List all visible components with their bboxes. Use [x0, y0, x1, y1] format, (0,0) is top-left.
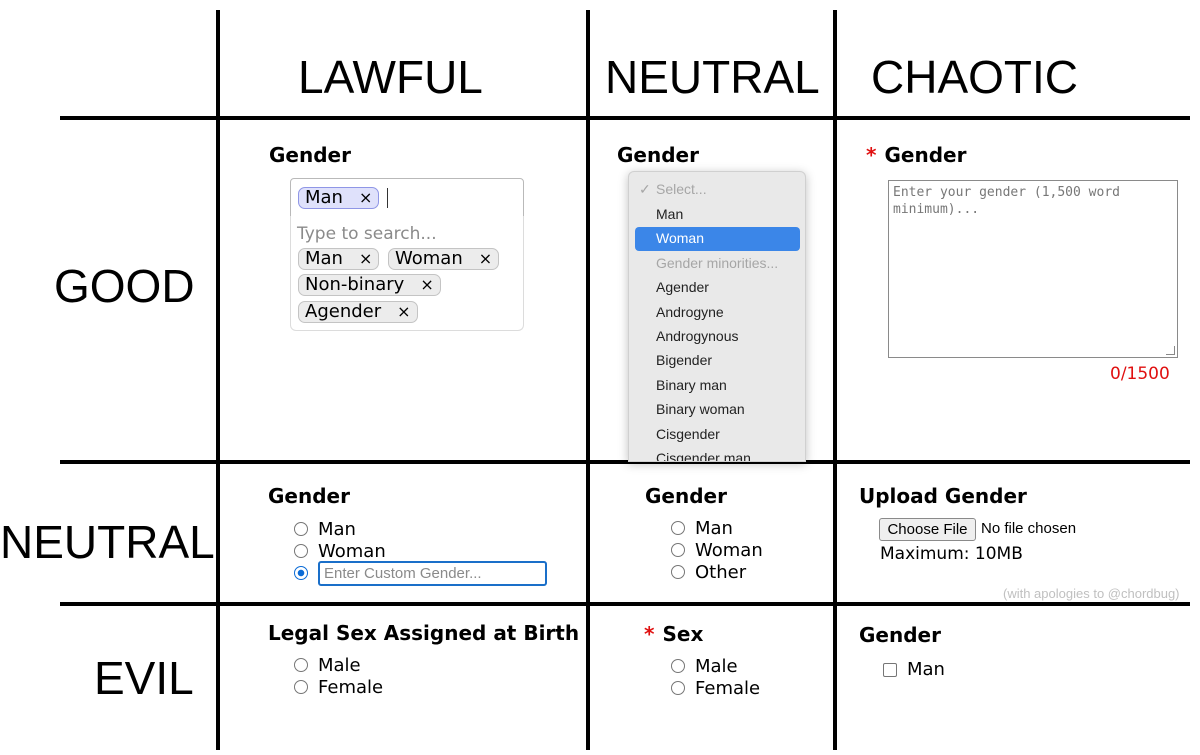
word-counter: 0/1500	[1110, 364, 1170, 384]
neutral-evil-label: * Sex	[644, 622, 703, 646]
remove-icon[interactable]: ×	[359, 249, 372, 269]
radio-label: Male	[695, 655, 738, 677]
header-lawful: LAWFUL	[298, 51, 483, 103]
option-chip-woman[interactable]: Woman ×	[388, 248, 500, 270]
dropdown-option[interactable]: Cisgender man	[656, 450, 751, 461]
radio-button-checked[interactable]	[294, 566, 308, 580]
radio-option[interactable]: Woman	[671, 539, 763, 561]
chaotic-neutral-label: Upload Gender	[859, 484, 1027, 508]
dropdown-option-highlighted[interactable]: Woman	[656, 230, 704, 246]
radio-button[interactable]	[671, 543, 685, 557]
radio-label: Woman	[695, 539, 763, 561]
radio-button[interactable]	[294, 680, 308, 694]
option-chip-agender[interactable]: Agender ×	[298, 301, 418, 323]
dropdown-option[interactable]: Cisgender	[656, 426, 720, 442]
grid-line-v2	[586, 10, 590, 750]
remove-icon[interactable]: ×	[420, 275, 433, 295]
option-chip-non-binary[interactable]: Non-binary ×	[298, 274, 441, 296]
textarea-placeholder: Enter your gender (1,500 word minimum)..…	[893, 185, 1120, 217]
selected-chip-man[interactable]: Man ×	[298, 187, 380, 209]
chip-label: Woman	[395, 248, 463, 269]
radio-button[interactable]	[294, 522, 308, 536]
label-text: Sex	[662, 622, 704, 646]
radio-button[interactable]	[671, 681, 685, 695]
dropdown-option[interactable]: Agender	[656, 279, 709, 295]
required-mark: *	[866, 143, 877, 167]
file-status: No file chosen	[981, 520, 1077, 537]
dropdown-option[interactable]: Bigender	[656, 352, 712, 368]
dropdown-option[interactable]: Androgyne	[656, 304, 724, 320]
radio-option[interactable]: Man	[671, 517, 763, 539]
radio-button[interactable]	[294, 658, 308, 672]
radio-button[interactable]	[294, 544, 308, 558]
radio-button[interactable]	[671, 521, 685, 535]
grid-line-h2	[60, 460, 1190, 464]
lawful-good-label: Gender	[269, 143, 351, 167]
header-neutral-row: NEUTRAL	[0, 516, 215, 568]
lawful-evil-radios: Male Female	[294, 654, 383, 698]
resize-grip-icon[interactable]	[1166, 346, 1175, 355]
header-neutral: NEUTRAL	[605, 51, 820, 103]
gender-textarea[interactable]: Enter your gender (1,500 word minimum)..…	[888, 180, 1178, 358]
dropdown-option[interactable]: Androgynous	[656, 328, 739, 344]
checkbox[interactable]	[883, 662, 897, 677]
radio-button[interactable]	[671, 565, 685, 579]
required-mark: *	[644, 622, 655, 646]
remove-icon[interactable]: ×	[359, 188, 372, 208]
dropdown-option[interactable]: Binary woman	[656, 401, 745, 417]
dropdown-optgroup: Gender minorities...	[656, 255, 779, 271]
neutral-good-label: Gender	[617, 143, 699, 167]
text-caret	[387, 188, 388, 208]
radio-option[interactable]: Man	[294, 518, 386, 540]
true-neutral-label: Gender	[645, 484, 727, 508]
gender-select-dropdown[interactable]: ✓ Select... Man Woman Gender minorities.…	[628, 171, 806, 462]
checkbox-label: Man	[907, 659, 945, 680]
grid-line-v3	[833, 10, 837, 750]
radio-label: Female	[318, 676, 384, 698]
radio-option[interactable]: Other	[671, 561, 763, 583]
chaotic-good-label: * Gender	[866, 143, 966, 167]
dropdown-option: Select...	[656, 181, 707, 197]
lawful-evil-label: Legal Sex Assigned at Birth	[268, 621, 580, 645]
chip-label: Man	[305, 187, 343, 208]
remove-icon[interactable]: ×	[397, 302, 410, 322]
header-chaotic: CHAOTIC	[871, 51, 1078, 103]
radio-option[interactable]: Woman	[294, 540, 386, 562]
remove-icon[interactable]: ×	[479, 249, 492, 269]
grid-line-v1	[216, 10, 220, 750]
header-good: GOOD	[54, 260, 195, 312]
true-neutral-radios: Man Woman Other	[671, 517, 763, 583]
check-icon: ✓	[639, 181, 651, 197]
dropdown-option[interactable]: Binary man	[656, 377, 727, 393]
neutral-evil-radios: Male Female	[671, 655, 760, 699]
header-evil: EVIL	[94, 652, 194, 704]
custom-gender-input[interactable]: Enter Custom Gender...	[318, 561, 547, 586]
chip-label: Non-binary	[305, 274, 405, 295]
radio-option[interactable]: Female	[671, 677, 760, 699]
radio-label: Other	[695, 561, 747, 583]
grid-line-h1	[60, 116, 1190, 120]
radio-option[interactable]: Male	[671, 655, 760, 677]
radio-label: Female	[695, 677, 761, 699]
chip-label: Man	[305, 248, 343, 269]
credit-note: (with apologies to @chordbug)	[1003, 586, 1180, 601]
dropdown-option[interactable]: Man	[656, 206, 683, 222]
choose-file-button[interactable]: Choose File	[879, 518, 976, 541]
radio-label: Man	[318, 518, 356, 540]
search-placeholder[interactable]: Type to search...	[297, 224, 437, 244]
radio-option[interactable]: Female	[294, 676, 383, 698]
file-size-limit: Maximum: 10MB	[880, 544, 1023, 564]
chip-label: Agender	[305, 301, 382, 322]
radio-button[interactable]	[671, 659, 685, 673]
radio-label: Male	[318, 654, 361, 676]
radio-label: Woman	[318, 540, 386, 562]
option-chip-man[interactable]: Man ×	[298, 248, 380, 270]
radio-label: Man	[695, 517, 733, 539]
lawful-neutral-label: Gender	[268, 484, 350, 508]
grid-line-h3	[60, 602, 1190, 606]
checkbox-option[interactable]: Man	[883, 659, 945, 680]
chaotic-evil-label: Gender	[859, 623, 941, 647]
label-text: Gender	[884, 143, 967, 167]
radio-option[interactable]: Male	[294, 654, 383, 676]
